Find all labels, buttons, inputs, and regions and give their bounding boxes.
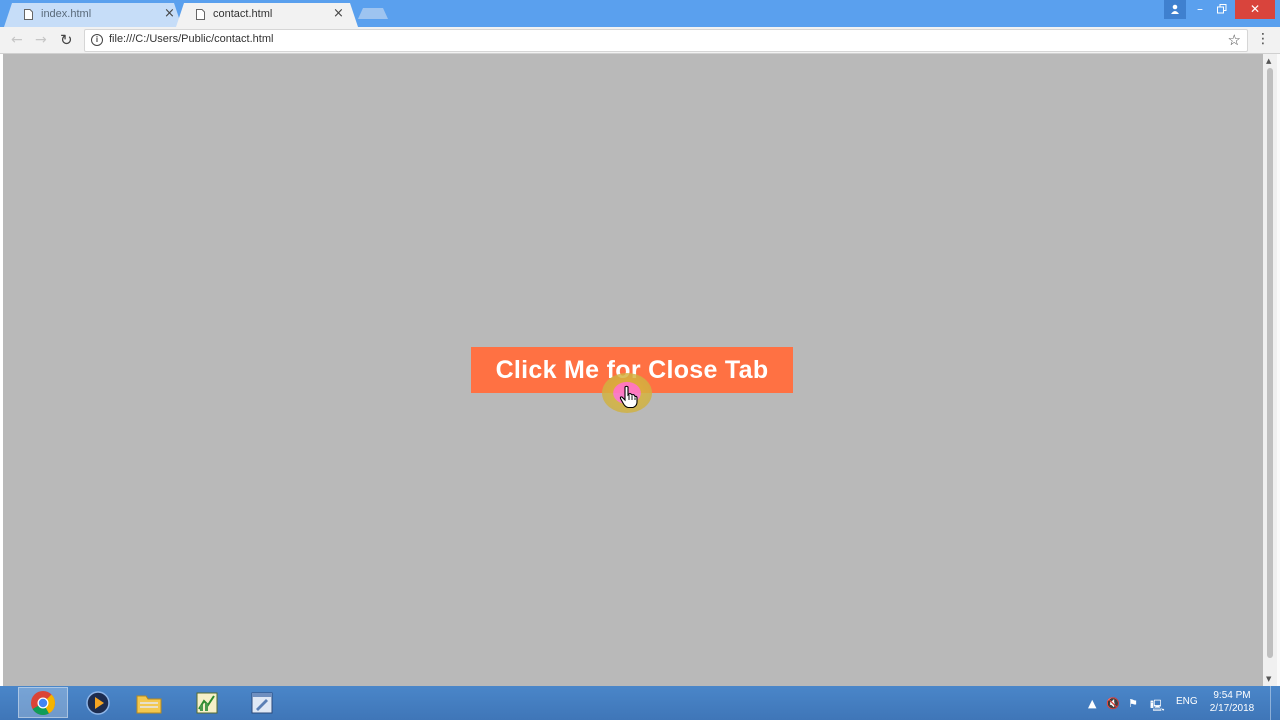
scroll-down-icon[interactable]: ▼ [1266,675,1271,683]
tab-contact[interactable]: contact.html × [176,3,358,27]
tab-close-icon[interactable]: × [164,7,175,21]
url-text[interactable]: file:///C:/Users/Public/contact.html [109,33,273,45]
editor-icon[interactable] [182,687,232,718]
network-icon[interactable]: 🖳 [1150,697,1165,716]
clock-date[interactable]: 2/17/2018 [1202,703,1262,714]
scroll-up-icon[interactable]: ▲ [1266,57,1271,65]
user-profile-icon[interactable] [1164,0,1186,19]
browser-titlebar: index.html × contact.html × – ✕ [0,0,1280,27]
info-icon[interactable]: i [91,34,103,46]
minimize-icon[interactable]: – [1189,0,1211,19]
notepad-plus-icon[interactable] [237,687,287,718]
reload-icon[interactable]: ↻ [60,31,73,49]
show-desktop-button[interactable] [1270,686,1280,720]
browser-toolbar: ← → ↻ i file:///C:/Users/Public/contact.… [0,27,1280,54]
file-explorer-icon[interactable] [124,687,174,718]
clock-time[interactable]: 9:54 PM [1202,690,1262,701]
chrome-icon[interactable] [18,687,68,718]
media-player-icon[interactable] [73,687,123,718]
window-close-icon[interactable]: ✕ [1235,0,1275,19]
arrow-left-icon[interactable]: ← [11,31,23,49]
restore-icon[interactable] [1211,0,1233,19]
page-icon [196,9,205,20]
close-tab-button[interactable]: Click Me for Close Tab [471,347,793,393]
arrow-right-icon[interactable]: → [35,31,47,49]
page-icon [24,9,33,20]
tab-index[interactable]: index.html × [4,3,182,27]
scrollbar[interactable]: ▲ ▼ [1263,54,1277,686]
volume-muted-icon[interactable]: 🔇 [1106,697,1120,710]
tab-close-icon[interactable]: × [333,7,344,21]
address-bar[interactable]: i file:///C:/Users/Public/contact.html ☆ [84,29,1248,52]
show-hidden-icons[interactable]: ▲ [1088,697,1096,710]
tab-title: contact.html [213,8,273,20]
vertical-dots-icon[interactable]: ⋮ [1256,31,1270,47]
star-icon[interactable]: ☆ [1228,31,1241,49]
new-tab-button[interactable] [358,8,388,19]
tab-title: index.html [41,8,92,20]
language-indicator[interactable]: ENG [1176,696,1198,707]
scroll-thumb[interactable] [1267,68,1273,658]
action-center-icon[interactable]: ⚑ [1128,697,1138,710]
